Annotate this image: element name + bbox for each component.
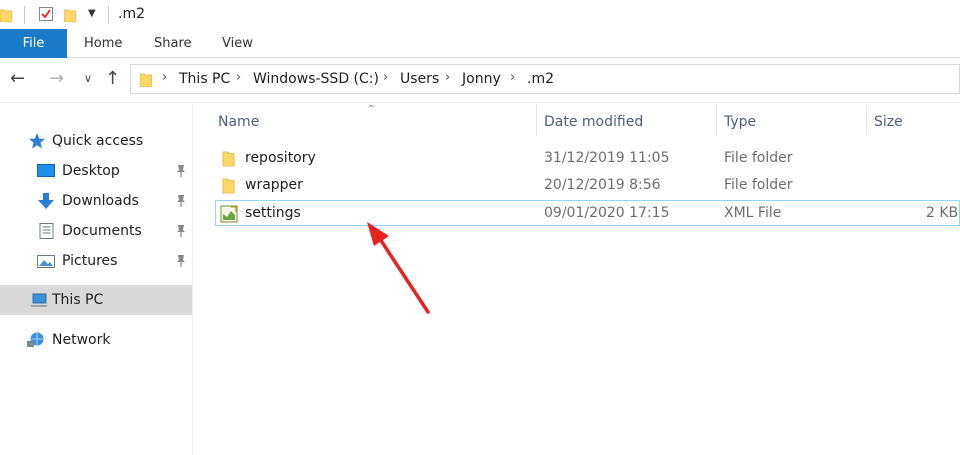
column-header-type[interactable]: Type	[724, 109, 756, 135]
sidebar-item-downloads[interactable]: Downloads	[0, 186, 192, 216]
column-divider[interactable]	[866, 104, 867, 136]
sidebar-item-desktop[interactable]: Desktop	[0, 156, 192, 186]
breadcrumb-users[interactable]: Users	[400, 71, 439, 87]
navigation-bar: ← → ∨ ↑ › This PC › Windows-SSD (C:) › U…	[0, 58, 960, 103]
navigation-pane: Quick access Desktop Downloads Documents…	[0, 104, 193, 455]
sidebar-item-pictures[interactable]: Pictures	[0, 246, 192, 276]
sidebar-item-quick-access[interactable]: Quick access	[0, 126, 192, 156]
sidebar-item-label: Quick access	[52, 133, 144, 149]
file-date: 09/01/2020 17:15	[544, 205, 670, 221]
table-row[interactable]: repository 31/12/2019 11:05 File folder	[215, 146, 960, 172]
xml-file-icon	[220, 205, 238, 223]
file-type: File folder	[724, 177, 793, 193]
tab-share[interactable]: Share	[154, 29, 192, 58]
sidebar-item-label: Downloads	[62, 193, 139, 209]
folder-icon	[140, 73, 152, 87]
breadcrumb-drive[interactable]: Windows-SSD (C:)	[253, 71, 379, 87]
sidebar-item-documents[interactable]: Documents	[0, 216, 192, 246]
up-arrow-icon[interactable]: ↑	[105, 68, 120, 89]
folder-icon	[222, 151, 235, 167]
breadcrumb-m2[interactable]: .m2	[527, 71, 554, 87]
sidebar-item-label: Desktop	[62, 163, 120, 179]
ribbon-tabs: File Home Share View	[0, 29, 960, 58]
file-name: settings	[245, 205, 301, 221]
column-header-date-modified[interactable]: Date modified	[544, 109, 643, 135]
pin-icon[interactable]	[175, 164, 187, 178]
folder-icon	[222, 178, 235, 194]
tab-home[interactable]: Home	[84, 29, 122, 58]
title-separator	[108, 6, 109, 24]
customize-toolbar-icon[interactable]: ▼	[88, 8, 96, 19]
breadcrumb-this-pc[interactable]: This PC	[179, 71, 230, 87]
table-row[interactable]: wrapper 20/12/2019 8:56 File folder	[215, 173, 960, 199]
file-name: wrapper	[245, 177, 303, 193]
folder-icon	[0, 9, 12, 22]
title-separator	[24, 6, 25, 24]
tab-file[interactable]: File	[0, 29, 67, 58]
file-type: File folder	[724, 150, 793, 166]
recent-locations-chevron-icon[interactable]: ∨	[84, 72, 92, 85]
column-divider[interactable]	[716, 104, 717, 136]
column-divider[interactable]	[536, 104, 537, 136]
forward-arrow-icon[interactable]: →	[49, 68, 64, 89]
breadcrumb-jonny[interactable]: Jonny	[462, 71, 501, 87]
properties-check-icon[interactable]	[38, 6, 54, 22]
file-list: ⌃ Name Date modified Type Size repositor…	[193, 104, 960, 455]
chevron-right-icon[interactable]: ›	[510, 70, 515, 85]
sidebar-item-label: This PC	[52, 292, 104, 308]
pin-icon[interactable]	[175, 224, 187, 238]
document-icon	[39, 223, 54, 239]
chevron-right-icon[interactable]: ›	[236, 70, 241, 85]
window-title: .m2	[118, 6, 145, 22]
desktop-icon	[37, 164, 55, 177]
chevron-right-icon[interactable]: ›	[383, 70, 388, 85]
pin-icon[interactable]	[175, 194, 187, 208]
pin-icon[interactable]	[175, 254, 187, 268]
back-arrow-icon[interactable]: ←	[10, 68, 25, 89]
chevron-right-icon[interactable]: ›	[445, 70, 450, 85]
file-date: 31/12/2019 11:05	[544, 150, 670, 166]
tab-view[interactable]: View	[222, 29, 253, 58]
computer-icon	[30, 293, 48, 307]
title-bar: ▼ .m2	[0, 0, 960, 30]
column-header-size[interactable]: Size	[874, 109, 903, 135]
sort-ascending-icon: ⌃	[367, 104, 376, 115]
column-header-name[interactable]: Name	[218, 109, 259, 135]
file-size: 2 KB	[926, 205, 959, 221]
sidebar-item-label: Pictures	[62, 253, 118, 269]
sidebar-item-label: Network	[52, 332, 111, 348]
file-type: XML File	[724, 205, 782, 221]
download-arrow-icon	[38, 193, 54, 209]
sidebar-item-this-pc[interactable]: This PC	[0, 285, 192, 315]
file-date: 20/12/2019 8:56	[544, 177, 661, 193]
table-row[interactable]: settings 09/01/2020 17:15 XML File 2 KB	[215, 200, 960, 226]
address-bar[interactable]: › This PC › Windows-SSD (C:) › Users › J…	[130, 64, 960, 94]
chevron-right-icon[interactable]: ›	[162, 70, 167, 85]
pictures-icon	[37, 255, 55, 268]
file-name: repository	[245, 150, 316, 166]
sidebar-item-label: Documents	[62, 223, 142, 239]
star-icon	[29, 133, 45, 149]
sidebar-item-network[interactable]: Network	[0, 325, 192, 355]
new-folder-icon[interactable]	[64, 8, 76, 22]
network-icon	[27, 332, 44, 347]
